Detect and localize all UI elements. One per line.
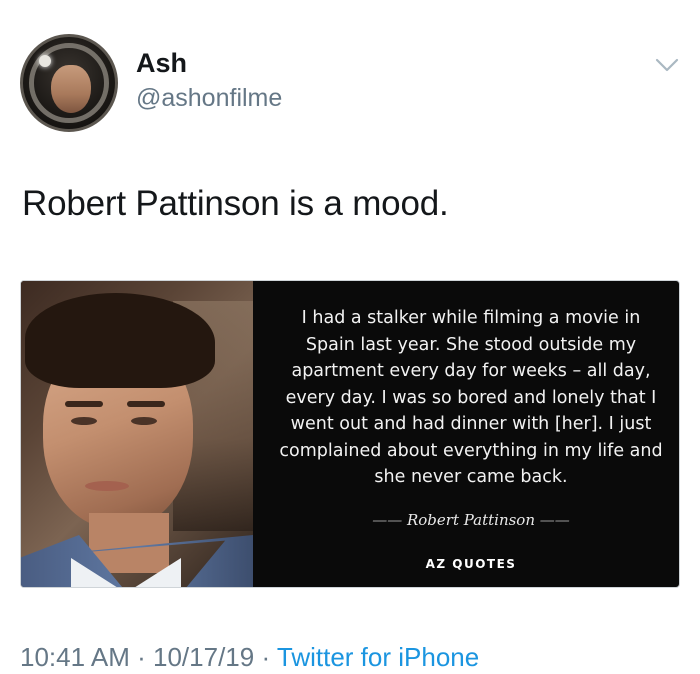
helmet-light	[39, 55, 51, 67]
portrait-photo	[21, 281, 253, 587]
tweet-text: Robert Pattinson is a mood.	[22, 184, 449, 223]
right-brow	[127, 401, 165, 407]
quote-author: Robert Pattinson	[406, 511, 536, 529]
face-shape	[51, 65, 91, 113]
dash-right: ——	[535, 511, 570, 529]
tweet-meta: 10:41 AM · 10/17/19 · Twitter for iPhone	[20, 642, 479, 673]
tweet-date[interactable]: 10/17/19	[153, 642, 254, 672]
hair-shape	[25, 293, 215, 388]
meta-separator: ·	[137, 642, 146, 672]
avatar[interactable]	[20, 34, 118, 132]
quote-source-logo: AZ QUOTES	[425, 557, 517, 571]
tweet: Ash @ashonfilme Robert Pattinson is a mo…	[0, 0, 700, 674]
tweet-time[interactable]: 10:41 AM	[20, 642, 130, 672]
left-eye	[71, 417, 97, 425]
chevron-down-icon[interactable]	[654, 56, 680, 74]
dash-left: ——	[372, 511, 407, 529]
mouth-shape	[85, 481, 129, 491]
quote-attribution: —— Robert Pattinson ——	[275, 511, 667, 529]
quote-text: I had a stalker while filming a movie in…	[279, 308, 663, 487]
right-eye	[131, 417, 157, 425]
author-handle[interactable]: @ashonfilme	[136, 84, 282, 113]
quote-image-card[interactable]: I had a stalker while filming a movie in…	[20, 280, 680, 588]
meta-separator: ·	[261, 642, 271, 672]
author-name[interactable]: Ash	[136, 48, 187, 79]
tweet-client-link[interactable]: Twitter for iPhone	[277, 642, 479, 672]
left-brow	[65, 401, 103, 407]
